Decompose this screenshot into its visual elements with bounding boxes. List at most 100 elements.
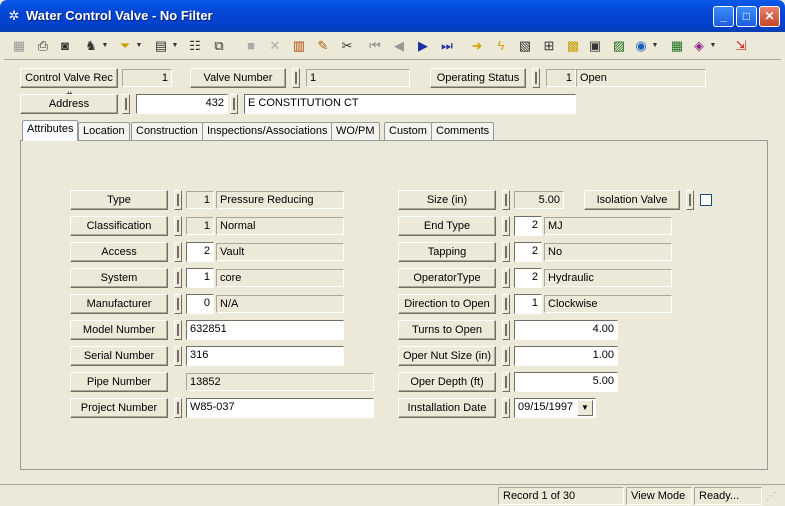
book-dropdown-icon[interactable]: ▼ (708, 35, 718, 57)
isolation-valve-button[interactable]: Isolation Valve (584, 190, 680, 210)
address-street-field[interactable]: E CONSTITUTION CT (244, 94, 576, 114)
tab-comments[interactable]: Comments (431, 122, 495, 140)
valve-number-button[interactable]: Valve Number (190, 68, 286, 88)
filter-icon[interactable]: ⏷ (114, 35, 136, 57)
serial-number-grip[interactable] (174, 346, 182, 366)
type-button[interactable]: Type (70, 190, 168, 210)
size-button[interactable]: Size (in) (398, 190, 496, 210)
manufacturer-code-field[interactable]: 0 (186, 294, 214, 314)
address-number-field[interactable]: 432 (136, 94, 228, 114)
copy-record-icon[interactable]: ⧉ (208, 35, 230, 57)
direction-to-open-code-field[interactable]: 1 (514, 294, 542, 314)
first-record-icon[interactable]: ⏮ (364, 35, 386, 57)
serial-number-field[interactable]: 316 (186, 346, 344, 366)
oper-nut-size-grip[interactable] (502, 346, 510, 366)
calculator-icon[interactable]: ▣ (584, 35, 606, 57)
oper-nut-size-button[interactable]: Oper Nut Size (in) (398, 346, 496, 366)
end-type-button[interactable]: End Type (398, 216, 496, 236)
project-number-field[interactable]: W85-037 (186, 398, 374, 418)
operating-status-button[interactable]: Operating Status (430, 68, 526, 88)
chevron-down-icon[interactable]: ▼ (577, 400, 593, 416)
minimize-button[interactable]: _ (713, 6, 734, 27)
tapping-grip[interactable] (502, 242, 510, 262)
project-number-button[interactable]: Project Number (70, 398, 168, 418)
installation-date-button[interactable]: Installation Date (398, 398, 496, 418)
end-type-grip[interactable] (502, 216, 510, 236)
tab-inspections-associations[interactable]: Inspections/Associations (202, 122, 333, 140)
address-street-grip[interactable] (230, 94, 238, 114)
system-grip[interactable] (174, 268, 182, 288)
system-code-field[interactable]: 1 (186, 268, 214, 288)
type-grip[interactable] (174, 190, 182, 210)
oper-depth-button[interactable]: Oper Depth (ft) (398, 372, 496, 392)
direction-to-open-button[interactable]: Direction to Open (398, 294, 496, 314)
access-code-field[interactable]: 2 (186, 242, 214, 262)
spreadsheet-icon[interactable]: ▦ (666, 35, 688, 57)
operator-type-button[interactable]: OperatorType (398, 268, 496, 288)
manufacturer-button[interactable]: Manufacturer (70, 294, 168, 314)
access-button[interactable]: Access (70, 242, 168, 262)
direction-to-open-grip[interactable] (502, 294, 510, 314)
oper-depth-field[interactable]: 5.00 (514, 372, 618, 392)
lightning-icon[interactable]: ϟ (490, 35, 512, 57)
book-icon[interactable]: ◈ (688, 35, 710, 57)
classification-button[interactable]: Classification (70, 216, 168, 236)
properties-icon[interactable]: ☷ (184, 35, 206, 57)
model-number-button[interactable]: Model Number (70, 320, 168, 340)
tapping-code-field[interactable]: 2 (514, 242, 542, 262)
preview-icon[interactable]: ◙ (54, 35, 76, 57)
filter-dropdown-icon[interactable]: ▼ (134, 35, 144, 57)
find-dropdown-icon[interactable]: ▼ (100, 35, 110, 57)
report-dropdown-icon[interactable]: ▼ (170, 35, 180, 57)
tab-custom[interactable]: Custom (384, 122, 432, 140)
installation-date-field[interactable]: 09/15/1997 ▼ (514, 398, 596, 418)
new-icon[interactable]: ▦ (8, 35, 30, 57)
end-type-code-field[interactable]: 2 (514, 216, 542, 236)
print-icon[interactable]: ⎙ (32, 35, 54, 57)
title-bar[interactable]: ✲ Water Control Valve - No Filter _ □ ✕ (0, 0, 785, 32)
goto-arrow-icon[interactable]: ➜ (466, 35, 488, 57)
map-icon[interactable]: ▩ (562, 35, 584, 57)
tab-construction[interactable]: Construction (131, 122, 203, 140)
oper-depth-grip[interactable] (502, 372, 510, 392)
tab-wo-pm[interactable]: WO/PM (331, 122, 380, 140)
system-button[interactable]: System (70, 268, 168, 288)
exit-icon[interactable]: ⇲ (730, 35, 752, 57)
globe-icon[interactable]: ◉ (630, 35, 652, 57)
access-grip[interactable] (174, 242, 182, 262)
tapping-button[interactable]: Tapping (398, 242, 496, 262)
previous-record-icon[interactable]: ◀ (388, 35, 410, 57)
project-number-grip[interactable] (174, 398, 182, 418)
save-icon[interactable]: ■ (240, 35, 262, 57)
edit-pencil-icon[interactable]: ✎ (312, 35, 334, 57)
control-valve-rec-button[interactable]: Control Valve Rec # (20, 68, 118, 102)
installation-date-grip[interactable] (502, 398, 510, 418)
serial-number-button[interactable]: Serial Number (70, 346, 168, 366)
pipe-number-button[interactable]: Pipe Number (70, 372, 168, 392)
valve-number-grip[interactable] (292, 68, 300, 88)
model-number-grip[interactable] (174, 320, 182, 340)
hierarchy-icon[interactable]: ⊞ (538, 35, 560, 57)
size-grip[interactable] (502, 190, 510, 210)
gis-icon[interactable]: ▧ (514, 35, 536, 57)
operator-type-grip[interactable] (502, 268, 510, 288)
turns-to-open-button[interactable]: Turns to Open (398, 320, 496, 340)
operating-status-grip[interactable] (532, 68, 540, 88)
resize-grip-icon[interactable]: ⋰ (766, 491, 780, 505)
turns-to-open-field[interactable]: 4.00 (514, 320, 618, 340)
close-button[interactable]: ✕ (759, 6, 780, 27)
isolation-valve-grip[interactable] (686, 190, 694, 210)
turns-to-open-grip[interactable] (502, 320, 510, 340)
globe-dropdown-icon[interactable]: ▼ (650, 35, 660, 57)
classification-grip[interactable] (174, 216, 182, 236)
delete-icon[interactable]: ✕ (264, 35, 286, 57)
tab-attributes[interactable]: Attributes (22, 120, 79, 141)
manufacturer-grip[interactable] (174, 294, 182, 314)
last-record-icon[interactable]: ⏭ (436, 35, 458, 57)
address-button[interactable]: Address (20, 94, 118, 114)
isolation-valve-checkbox[interactable] (700, 194, 712, 206)
model-number-field[interactable]: 632851 (186, 320, 344, 340)
books-icon[interactable]: ▥ (288, 35, 310, 57)
oper-nut-size-field[interactable]: 1.00 (514, 346, 618, 366)
cut-icon[interactable]: ✂ (336, 35, 358, 57)
